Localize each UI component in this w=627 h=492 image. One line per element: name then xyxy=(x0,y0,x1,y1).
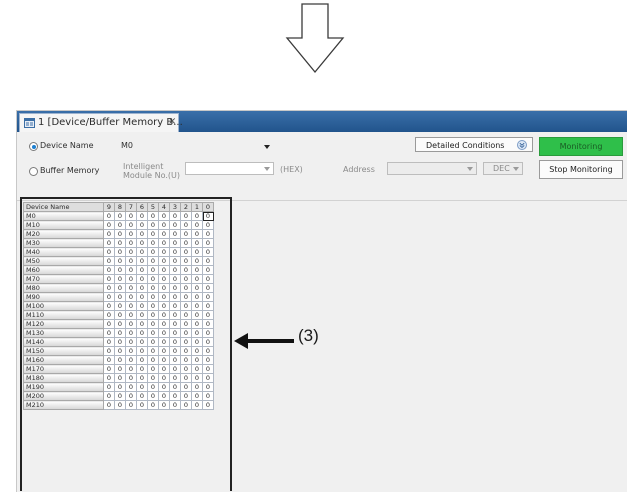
expand-icon xyxy=(517,140,527,150)
stop-monitoring-button[interactable]: Stop Monitoring xyxy=(539,160,623,179)
window-tab-icon xyxy=(24,118,35,128)
tab-strip: 1 [Device/Buffer Memory B... × xyxy=(17,111,627,132)
chevron-down-icon xyxy=(513,167,519,171)
address-input[interactable] xyxy=(387,162,477,175)
address-label: Address xyxy=(343,165,375,174)
down-arrow-icon xyxy=(285,3,345,74)
chevron-down-icon xyxy=(467,167,473,171)
intelligent-module-label-1: Intelligent xyxy=(123,162,164,171)
device-name-input[interactable]: M0 xyxy=(121,141,133,150)
hex-label: (HEX) xyxy=(280,165,303,174)
chevron-down-icon[interactable] xyxy=(264,145,270,149)
buffer-memory-radio[interactable] xyxy=(29,167,38,176)
stop-monitoring-label: Stop Monitoring xyxy=(549,165,613,174)
callout-highlight-box xyxy=(20,197,232,491)
intelligent-module-label-2: Module No.(U) xyxy=(123,171,181,180)
monitoring-button[interactable]: Monitoring xyxy=(539,137,623,156)
intelligent-module-no-select[interactable] xyxy=(185,162,274,175)
tab-title: 1 [Device/Buffer Memory B... xyxy=(38,117,183,128)
tab-device-buffer-memory-batch[interactable]: 1 [Device/Buffer Memory B... × xyxy=(19,113,183,132)
monitor-toolbar: Device Name M0 Detailed Conditions Monit… xyxy=(17,132,627,201)
detailed-conditions-button[interactable]: Detailed Conditions xyxy=(415,137,533,152)
dec-select[interactable]: DEC xyxy=(483,162,523,175)
callout-label: (3) xyxy=(298,326,319,345)
monitoring-label: Monitoring xyxy=(559,142,603,151)
close-icon[interactable]: × xyxy=(168,116,176,127)
device-name-label: Device Name xyxy=(40,141,94,150)
chevron-down-icon xyxy=(264,167,270,171)
buffer-memory-label: Buffer Memory xyxy=(40,166,100,175)
device-name-radio[interactable] xyxy=(29,142,38,151)
left-arrow-icon xyxy=(234,333,294,349)
dec-value: DEC xyxy=(493,164,510,173)
